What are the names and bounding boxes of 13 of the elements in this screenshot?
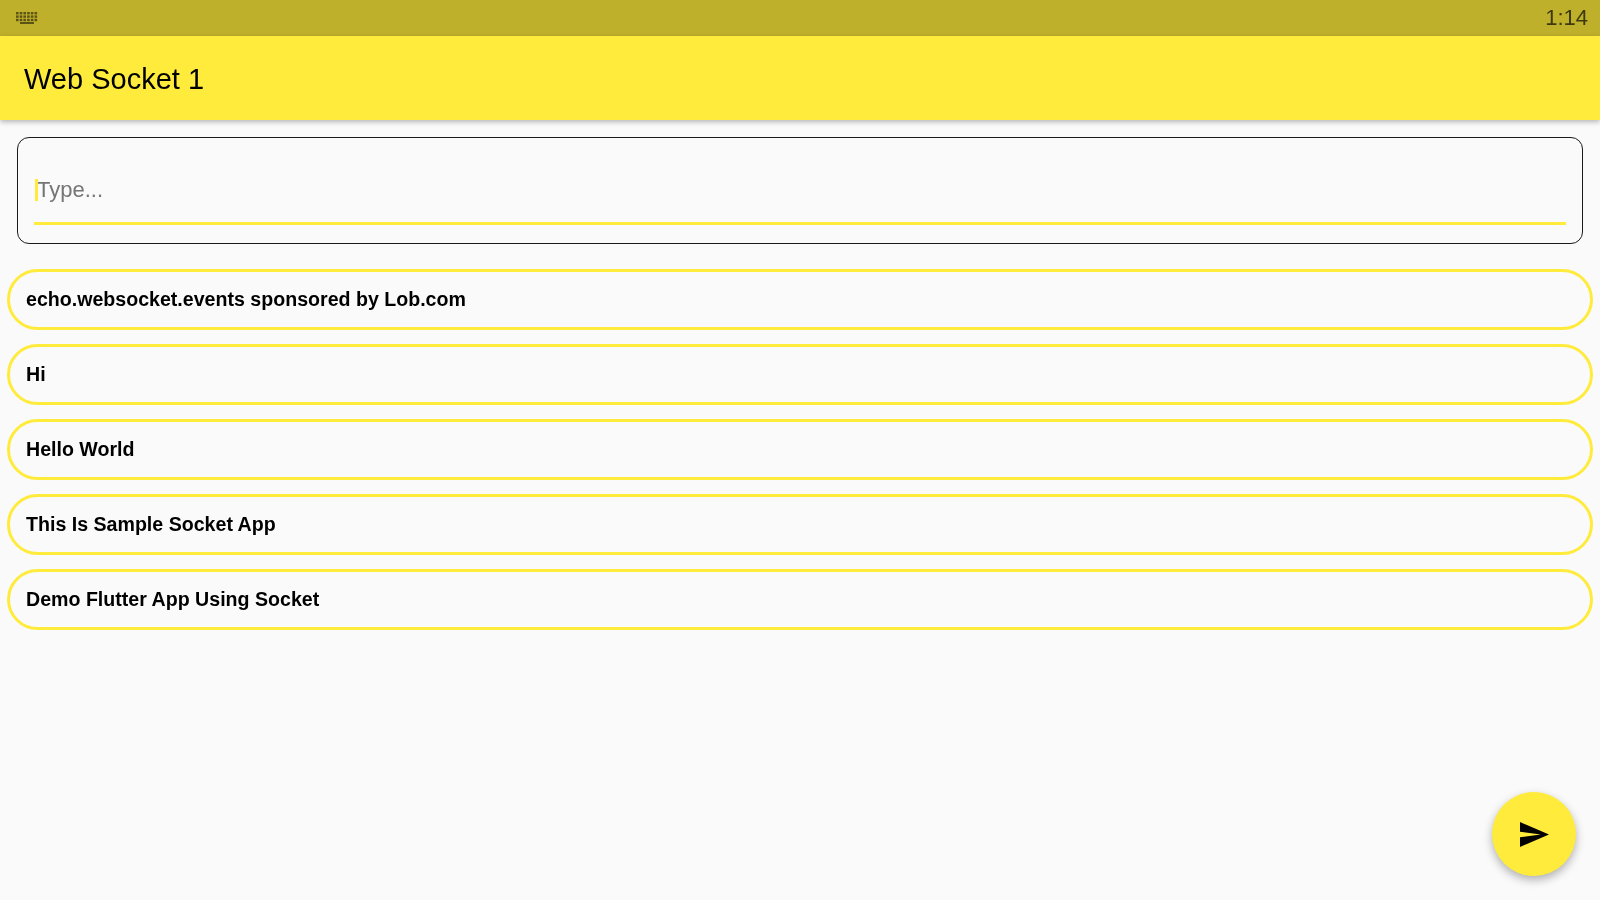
text-cursor-icon [35,179,38,201]
send-icon [1519,821,1549,847]
send-button[interactable] [1492,792,1576,876]
message-item: Demo Flutter App Using Socket [7,569,1593,630]
message-input-box[interactable]: Type... [17,137,1583,244]
message-input-field[interactable]: Type... [34,138,1566,225]
message-item: echo.websocket.events sponsored by Lob.com [7,269,1593,330]
keyboard-icon [16,12,38,24]
message-item: Hi [7,344,1593,405]
status-time: 1:14 [1545,5,1588,31]
message-item: This Is Sample Socket App [7,494,1593,555]
message-item: Hello World [7,419,1593,480]
app-title: Web Socket 1 [24,62,204,96]
